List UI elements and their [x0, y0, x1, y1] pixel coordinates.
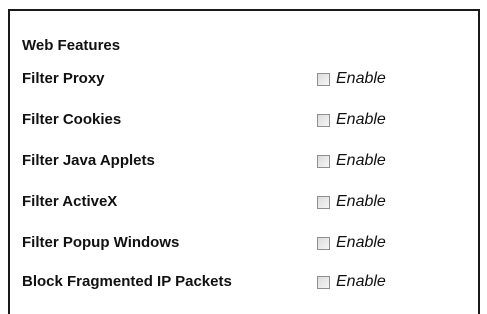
row-filter-activex: Filter ActiveX Enable [22, 190, 462, 216]
block-fragmented-ip-packets-enable-label[interactable]: Enable [336, 273, 386, 291]
filter-cookies-enable-toggle[interactable]: Enable [317, 108, 386, 132]
section-title: Web Features [22, 37, 121, 54]
filter-activex-label: Filter ActiveX [22, 193, 118, 210]
filter-proxy-enable-label[interactable]: Enable [336, 70, 386, 88]
filter-proxy-checkbox[interactable] [317, 72, 330, 86]
filter-popup-windows-enable-label[interactable]: Enable [336, 234, 386, 252]
filter-cookies-checkbox[interactable] [317, 113, 330, 127]
filter-proxy-enable-toggle[interactable]: Enable [317, 67, 386, 91]
row-filter-proxy: Filter Proxy Enable [22, 67, 462, 93]
filter-activex-checkbox[interactable] [317, 195, 330, 209]
row-filter-popup-windows: Filter Popup Windows Enable [22, 231, 462, 257]
filter-activex-enable-label[interactable]: Enable [336, 193, 386, 211]
filter-activex-enable-toggle[interactable]: Enable [317, 190, 386, 214]
filter-java-applets-checkbox[interactable] [317, 154, 330, 168]
filter-java-applets-enable-toggle[interactable]: Enable [317, 149, 386, 173]
block-fragmented-ip-packets-checkbox[interactable] [317, 275, 330, 289]
block-fragmented-ip-packets-label: Block Fragmented IP Packets [22, 273, 232, 290]
filter-popup-windows-enable-toggle[interactable]: Enable [317, 231, 386, 255]
filter-proxy-label: Filter Proxy [22, 70, 105, 87]
filter-cookies-label: Filter Cookies [22, 111, 122, 128]
filter-java-applets-enable-label[interactable]: Enable [336, 152, 386, 170]
block-fragmented-ip-packets-enable-toggle[interactable]: Enable [317, 270, 386, 294]
web-features-panel: Web Features Filter Proxy Enable Filter … [8, 9, 480, 314]
filter-popup-windows-label: Filter Popup Windows [22, 234, 180, 251]
filter-popup-windows-checkbox[interactable] [317, 236, 330, 250]
filter-java-applets-label: Filter Java Applets [22, 152, 155, 169]
filter-cookies-enable-label[interactable]: Enable [336, 111, 386, 129]
row-block-fragmented-ip-packets: Block Fragmented IP Packets Enable [22, 270, 462, 296]
row-filter-java-applets: Filter Java Applets Enable [22, 149, 462, 175]
row-filter-cookies: Filter Cookies Enable [22, 108, 462, 134]
